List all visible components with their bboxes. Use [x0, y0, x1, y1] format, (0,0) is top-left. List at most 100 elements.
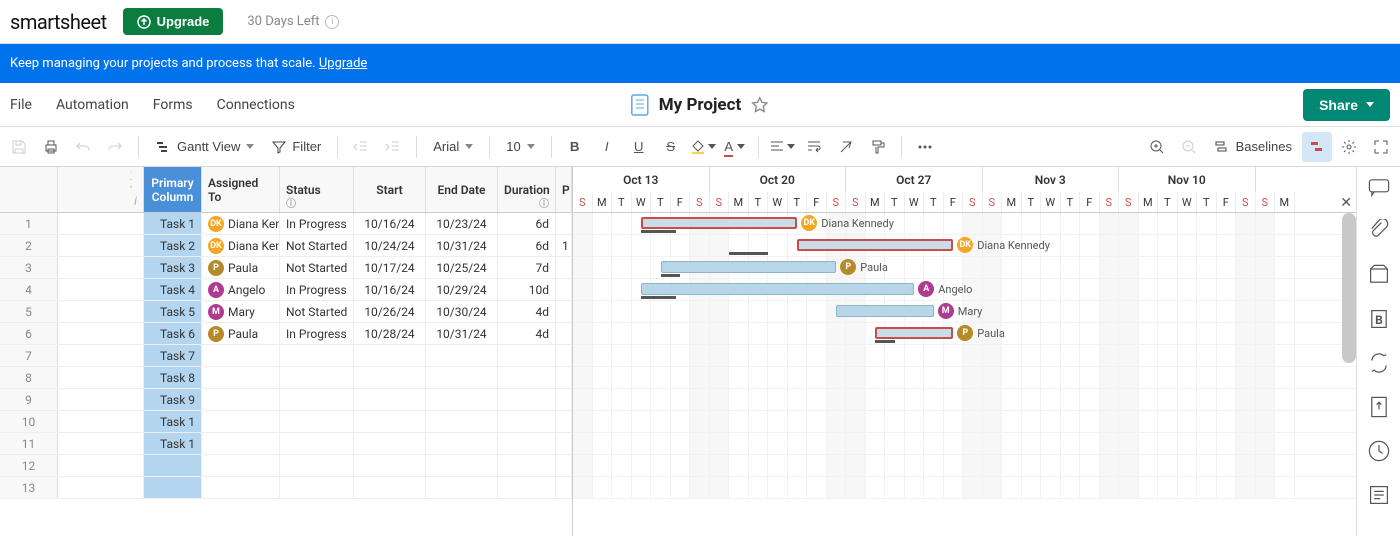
cell-status[interactable]	[280, 455, 354, 476]
settings-icon[interactable]	[1334, 132, 1364, 162]
col-end[interactable]: End Date	[426, 167, 498, 212]
redo-icon[interactable]	[100, 132, 130, 162]
cell-status[interactable]	[280, 433, 354, 454]
upgrade-button[interactable]: Upgrade	[123, 8, 224, 35]
cell-end[interactable]: 10/31/24	[426, 323, 498, 344]
gantt-bar[interactable]	[797, 239, 953, 251]
cell-task[interactable]: Task 5	[144, 301, 202, 322]
cell-task[interactable]: Task 6	[144, 323, 202, 344]
cell-assigned[interactable]	[202, 367, 280, 388]
cell-end[interactable]	[426, 345, 498, 366]
cell-start[interactable]	[354, 433, 426, 454]
cell-start[interactable]	[354, 411, 426, 432]
format-painter-icon[interactable]	[863, 132, 893, 162]
cell-task[interactable]: Task 1	[144, 411, 202, 432]
cell-duration[interactable]	[498, 455, 556, 476]
cell-assigned[interactable]	[202, 389, 280, 410]
font-size-select[interactable]: 10	[498, 132, 542, 162]
star-icon[interactable]	[751, 96, 769, 114]
table-row[interactable]: 13	[0, 477, 572, 499]
menu-connections[interactable]: Connections	[217, 97, 295, 113]
cell-end[interactable]	[426, 389, 498, 410]
table-row[interactable]: 4Task 4AAngeloIn Progress10/16/2410/29/2…	[0, 279, 572, 301]
cell-duration[interactable]: 6d	[498, 235, 556, 256]
cell-start[interactable]	[354, 389, 426, 410]
cell-start[interactable]: 10/16/24	[354, 279, 426, 300]
align-icon[interactable]	[767, 132, 797, 162]
cell-end[interactable]	[426, 477, 498, 498]
cell-assigned[interactable]	[202, 345, 280, 366]
cell-end[interactable]: 10/25/24	[426, 257, 498, 278]
cell-duration[interactable]	[498, 389, 556, 410]
cell-task[interactable]: Task 1	[144, 433, 202, 454]
cell-task[interactable]: Task 1	[144, 213, 202, 234]
row-number[interactable]: 4	[0, 279, 58, 300]
row-number[interactable]: 5	[0, 301, 58, 322]
gantt-bar[interactable]	[836, 305, 934, 317]
zoom-out-icon[interactable]	[1174, 132, 1204, 162]
cell-status[interactable]: In Progress	[280, 213, 354, 234]
indent-icon[interactable]	[378, 132, 408, 162]
cell-assigned[interactable]: MMary	[202, 301, 280, 322]
cell-assigned[interactable]: AAngelo	[202, 279, 280, 300]
row-number[interactable]: 7	[0, 345, 58, 366]
activity-log-icon[interactable]	[1367, 439, 1391, 463]
col-status[interactable]: Statusⓘ	[280, 167, 354, 212]
table-row[interactable]: 12	[0, 455, 572, 477]
save-icon[interactable]	[4, 132, 34, 162]
row-number[interactable]: 12	[0, 455, 58, 476]
table-row[interactable]: 1Task 1DKDiana KenIn Progress10/16/2410/…	[0, 213, 572, 235]
gantt-bar[interactable]	[661, 261, 837, 273]
cell-start[interactable]	[354, 345, 426, 366]
more-icon[interactable]	[910, 132, 940, 162]
cell-end[interactable]	[426, 455, 498, 476]
row-number[interactable]: 13	[0, 477, 58, 498]
cell-end[interactable]	[426, 367, 498, 388]
cell-assigned[interactable]	[202, 477, 280, 498]
cell-task[interactable]: Task 2	[144, 235, 202, 256]
italic-icon[interactable]: I	[592, 132, 622, 162]
row-number[interactable]: 3	[0, 257, 58, 278]
summary-icon[interactable]	[1367, 483, 1391, 507]
row-number[interactable]: 9	[0, 389, 58, 410]
cell-duration[interactable]	[498, 411, 556, 432]
cell-task[interactable]: Task 9	[144, 389, 202, 410]
cell-p[interactable]	[556, 433, 572, 454]
scrollbar[interactable]	[1342, 213, 1356, 363]
row-number[interactable]: 1	[0, 213, 58, 234]
share-button[interactable]: Share	[1303, 89, 1390, 121]
cell-p[interactable]	[556, 279, 572, 300]
underline-icon[interactable]: U	[624, 132, 654, 162]
cell-assigned[interactable]	[202, 433, 280, 454]
cell-duration[interactable]: 10d	[498, 279, 556, 300]
cell-p[interactable]	[556, 367, 572, 388]
cell-p[interactable]	[556, 411, 572, 432]
critical-path-icon[interactable]	[1302, 132, 1332, 162]
cell-p[interactable]	[556, 455, 572, 476]
cell-end[interactable]: 10/23/24	[426, 213, 498, 234]
cell-p[interactable]	[556, 345, 572, 366]
cell-p[interactable]	[556, 257, 572, 278]
cell-status[interactable]	[280, 477, 354, 498]
table-row[interactable]: 11Task 1	[0, 433, 572, 455]
cell-assigned[interactable]	[202, 411, 280, 432]
project-title[interactable]: My Project	[659, 95, 741, 115]
cell-assigned[interactable]: DKDiana Ken	[202, 213, 280, 234]
col-primary[interactable]: Primary Column	[144, 167, 202, 212]
cell-status[interactable]: Not Started	[280, 301, 354, 322]
fill-color-icon[interactable]	[688, 132, 718, 162]
cell-p[interactable]: 1	[556, 235, 572, 256]
row-number[interactable]: 6	[0, 323, 58, 344]
info-icon[interactable]: i	[325, 15, 339, 29]
cell-start[interactable]: 10/26/24	[354, 301, 426, 322]
cell-assigned[interactable]: DKDiana Ken	[202, 235, 280, 256]
cell-p[interactable]	[556, 477, 572, 498]
filter-button[interactable]: Filter	[264, 132, 329, 162]
brandfolder-icon[interactable]: B	[1367, 307, 1391, 331]
banner-upgrade-link[interactable]: Upgrade	[319, 56, 367, 71]
expand-icon[interactable]	[1366, 132, 1396, 162]
baselines-button[interactable]: Baselines	[1206, 132, 1300, 162]
font-select[interactable]: Arial	[425, 132, 481, 162]
cell-duration[interactable]	[498, 477, 556, 498]
row-number[interactable]: 2	[0, 235, 58, 256]
